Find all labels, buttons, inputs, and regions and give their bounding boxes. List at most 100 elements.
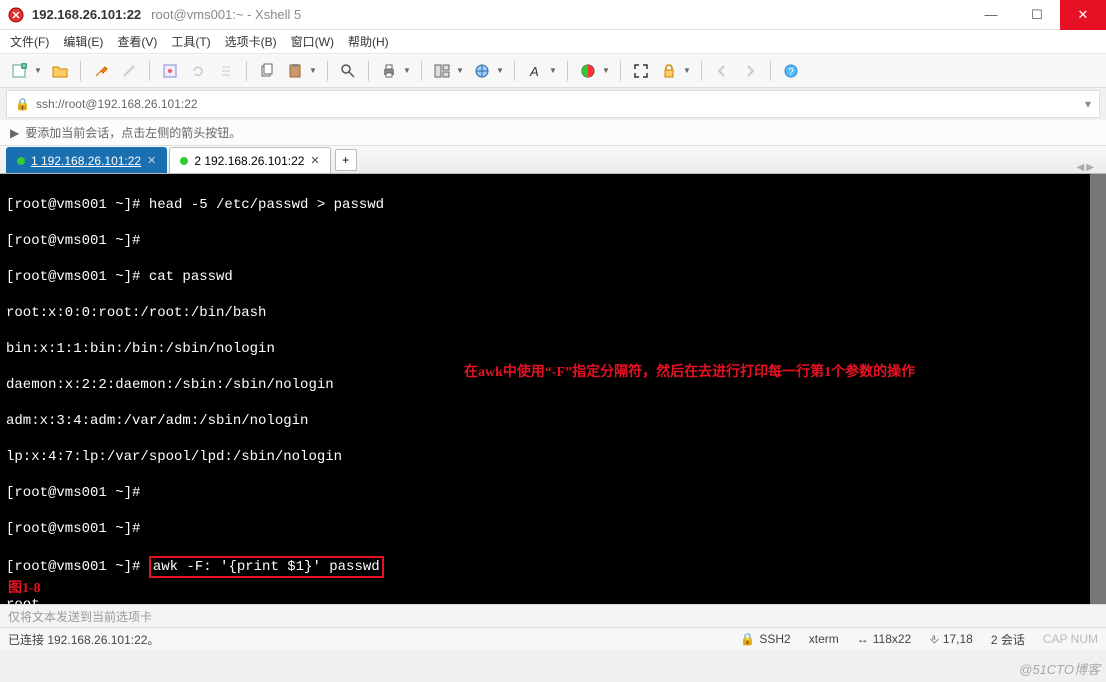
arrow-add-icon[interactable]: ▶ bbox=[10, 126, 19, 140]
window-title-sub: root@vms001:~ - Xshell 5 bbox=[151, 7, 301, 22]
info-text: 要添加当前会话，点击左侧的箭头按钮。 bbox=[25, 124, 241, 141]
svg-text:?: ? bbox=[788, 67, 794, 78]
separator bbox=[701, 61, 702, 81]
maximize-button[interactable]: ☐ bbox=[1014, 0, 1060, 30]
tab-label: 1 192.168.26.101:22 bbox=[31, 154, 141, 168]
print-icon[interactable] bbox=[377, 59, 401, 83]
tab-close-icon[interactable]: ✕ bbox=[310, 154, 319, 167]
minimize-button[interactable]: — bbox=[968, 0, 1014, 30]
disconnect-icon[interactable] bbox=[117, 59, 141, 83]
menu-help[interactable]: 帮助(H) bbox=[348, 33, 389, 50]
dropdown-caret-icon[interactable]: ▼ bbox=[403, 66, 411, 75]
separator bbox=[770, 61, 771, 81]
find-icon[interactable] bbox=[336, 59, 360, 83]
menu-window[interactable]: 窗口(W) bbox=[291, 33, 334, 50]
terminal-line: [root@vms001 ~]# cat passwd bbox=[6, 268, 1100, 286]
reconnect-icon[interactable] bbox=[186, 59, 210, 83]
menu-tools[interactable]: 工具(T) bbox=[171, 33, 210, 50]
tab-bar: 1 192.168.26.101:22 ✕ 2 192.168.26.101:2… bbox=[0, 146, 1106, 174]
copy-icon[interactable] bbox=[255, 59, 279, 83]
title-bar: 192.168.26.101:22 root@vms001:~ - Xshell… bbox=[0, 0, 1106, 30]
menu-edit[interactable]: 编辑(E) bbox=[63, 33, 103, 50]
status-protocol: 🔒 SSH2 bbox=[740, 632, 790, 646]
send-bar[interactable]: 仅将文本发送到当前选项卡 bbox=[0, 604, 1106, 628]
tab-add-button[interactable]: + bbox=[335, 149, 357, 171]
tab-close-icon[interactable]: ✕ bbox=[147, 154, 156, 167]
separator bbox=[567, 61, 568, 81]
separator bbox=[327, 61, 328, 81]
terminal-line: root:x:0:0:root:/root:/bin/bash bbox=[6, 304, 1100, 322]
separator bbox=[421, 61, 422, 81]
svg-text:+: + bbox=[22, 64, 26, 70]
status-cursor: ⎀ 17,18 bbox=[929, 632, 973, 647]
status-bar: 已连接 192.168.26.101:22。 🔒 SSH2 xterm ↔ 11… bbox=[0, 628, 1106, 650]
dropdown-caret-icon[interactable]: ▼ bbox=[309, 66, 317, 75]
dropdown-caret-icon[interactable]: ▼ bbox=[34, 66, 42, 75]
paste-icon[interactable] bbox=[283, 59, 307, 83]
address-url: ssh://root@192.168.26.101:22 bbox=[36, 97, 198, 111]
layout-icon[interactable] bbox=[430, 59, 454, 83]
globe-icon[interactable] bbox=[470, 59, 494, 83]
terminal-line: [root@vms001 ~]# bbox=[6, 232, 1100, 250]
dropdown-caret-icon[interactable]: ▼ bbox=[683, 66, 691, 75]
toolbar: + ▼ ▼ ▼ ▼ ▼ A ▼ ▼ ▼ ? bbox=[0, 54, 1106, 88]
menu-tabs[interactable]: 选项卡(B) bbox=[225, 33, 277, 50]
terminal-line: [root@vms001 ~]# bbox=[6, 484, 1100, 502]
font-icon[interactable]: A bbox=[523, 59, 547, 83]
terminal-line: adm:x:3:4:adm:/var/adm:/sbin/nologin bbox=[6, 412, 1100, 430]
help-icon[interactable]: ? bbox=[779, 59, 803, 83]
address-bar[interactable]: 🔒 ssh://root@192.168.26.101:22 ▾ bbox=[6, 90, 1100, 118]
terminal-line: [root@vms001 ~]# head -5 /etc/passwd > p… bbox=[6, 196, 1100, 214]
session-tab-1[interactable]: 1 192.168.26.101:22 ✕ bbox=[6, 147, 167, 173]
status-dot-icon bbox=[180, 157, 188, 165]
color-icon[interactable] bbox=[576, 59, 600, 83]
status-dot-icon bbox=[17, 157, 25, 165]
prev-icon[interactable] bbox=[710, 59, 734, 83]
highlighted-command: awk -F: '{print $1}' passwd bbox=[149, 556, 384, 578]
dropdown-caret-icon[interactable]: ▼ bbox=[496, 66, 504, 75]
tab-next-icon[interactable]: ▶ bbox=[1086, 162, 1094, 173]
new-session-icon[interactable]: + bbox=[8, 59, 32, 83]
annotation-text: 在awk中使用“-F”指定分隔符，然后在去进行打印每一行第1个参数的操作 bbox=[464, 364, 915, 382]
dropdown-caret-icon[interactable]: ▼ bbox=[602, 66, 610, 75]
terminal-line: bin:x:1:1:bin:/bin:/sbin/nologin bbox=[6, 340, 1100, 358]
terminal-line-highlighted: [root@vms001 ~]# awk -F: '{print $1}' pa… bbox=[6, 556, 1100, 578]
menu-bar: 文件(F) 编辑(E) 查看(V) 工具(T) 选项卡(B) 窗口(W) 帮助(… bbox=[0, 30, 1106, 54]
tab-label: 2 192.168.26.101:22 bbox=[194, 154, 304, 168]
separator bbox=[80, 61, 81, 81]
app-icon bbox=[8, 7, 24, 23]
figure-label: 图1-8 bbox=[8, 580, 41, 598]
close-button[interactable]: ✕ bbox=[1060, 0, 1106, 30]
window-title-active: 192.168.26.101:22 bbox=[32, 7, 141, 22]
tab-prev-icon[interactable]: ◀ bbox=[1077, 162, 1085, 173]
lock-small-icon: 🔒 bbox=[15, 97, 30, 111]
properties-icon[interactable] bbox=[158, 59, 182, 83]
status-size: ↔ 118x22 bbox=[857, 632, 911, 646]
connect-icon[interactable] bbox=[89, 59, 113, 83]
terminal-line: root bbox=[6, 596, 1100, 604]
separator bbox=[514, 61, 515, 81]
dropdown-caret-icon[interactable]: ▼ bbox=[549, 66, 557, 75]
session-tab-2[interactable]: 2 192.168.26.101:22 ✕ bbox=[169, 147, 330, 173]
separator bbox=[620, 61, 621, 81]
dropdown-caret-icon[interactable]: ▼ bbox=[456, 66, 464, 75]
status-connected: 已连接 192.168.26.101:22。 bbox=[8, 631, 159, 648]
fullscreen-icon[interactable] bbox=[629, 59, 653, 83]
menu-file[interactable]: 文件(F) bbox=[10, 33, 49, 50]
status-term: xterm bbox=[809, 632, 839, 646]
separator bbox=[149, 61, 150, 81]
terminal[interactable]: [root@vms001 ~]# head -5 /etc/passwd > p… bbox=[0, 174, 1106, 604]
svg-text:A: A bbox=[529, 64, 539, 79]
next-icon[interactable] bbox=[738, 59, 762, 83]
open-icon[interactable] bbox=[48, 59, 72, 83]
window-controls: — ☐ ✕ bbox=[968, 0, 1106, 30]
status-sessions: 2 会话 bbox=[991, 631, 1025, 648]
send-placeholder: 仅将文本发送到当前选项卡 bbox=[8, 608, 152, 625]
address-dropdown-icon[interactable]: ▾ bbox=[1085, 97, 1091, 111]
menu-view[interactable]: 查看(V) bbox=[117, 33, 157, 50]
terminal-scrollbar[interactable] bbox=[1090, 174, 1106, 604]
separator bbox=[246, 61, 247, 81]
lock-icon[interactable] bbox=[657, 59, 681, 83]
transfer-icon[interactable] bbox=[214, 59, 238, 83]
tab-nav: ◀ ▶ bbox=[1077, 162, 1100, 173]
